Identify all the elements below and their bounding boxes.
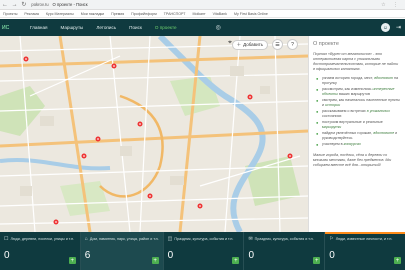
bookmarks-bar: Проекты Реклама Курс Материалы Мои накла…	[0, 10, 405, 18]
feature-item: рассказываем о встречах в уникальных сос…	[316, 109, 401, 119]
nav-main[interactable]: Главная	[30, 25, 47, 30]
stat-card-events[interactable]: ◫ Праздник, культура, события и т.п. 0 +	[164, 232, 245, 270]
stat-card-buildings[interactable]: ⌂ Дом, памятник, парк, улица, район и т.п…	[80, 232, 164, 270]
stats-bar: ☐ Люди, деревни, поселки, улицы и т.п. 0 …	[0, 232, 405, 270]
stat-description: Люди, деревни, поселки, улицы и т.п.	[10, 237, 75, 241]
panel-footer-text: Малые города, посёлки, сёла и деревни со…	[313, 153, 392, 167]
browser-nav-icons[interactable]: ← → ↻	[2, 1, 27, 8]
bookmark-item[interactable]: Реклама	[24, 12, 38, 16]
site-logo[interactable]: ИС	[2, 25, 30, 31]
bookmark-item[interactable]: Премия	[111, 12, 124, 16]
nav-chronicle[interactable]: Летопись	[96, 25, 116, 30]
site-header: ИС Главная Маршруты Летопись Поиск О про…	[0, 19, 308, 36]
add-place-label: Добавить	[243, 42, 263, 47]
bookmark-item[interactable]: Moikaпт	[192, 12, 205, 16]
panel-intro: Портал «Bурен от мегаполисов» - это инте…	[313, 52, 399, 71]
stat-description: Дом, памятник, парк, улица, район и т.п.	[89, 237, 159, 241]
bookmark-item[interactable]: My First Basis Online	[234, 12, 268, 16]
feature-list: узнаем историю города, мест, вдохновит н…	[313, 76, 401, 147]
add-button[interactable]: +	[313, 257, 321, 264]
feature-item: рассмотрим, как изменились интересные об…	[316, 87, 401, 97]
layers-icon[interactable]: ☰	[272, 39, 283, 50]
add-button[interactable]: +	[68, 257, 76, 264]
stat-description: Праздник, культура, события и т.п.	[254, 237, 314, 241]
person-icon: ⚐	[329, 236, 334, 242]
stat-count: 0	[4, 250, 10, 261]
add-button[interactable]: +	[151, 257, 159, 264]
stat-description: Праздник, культура, события и т.п.	[174, 237, 234, 241]
stat-count: 6	[84, 250, 91, 261]
logout-icon[interactable]: ⇥	[396, 24, 401, 31]
document-icon: ☐	[4, 236, 9, 242]
browser-menu-icons[interactable]: ☆ ⋮	[381, 2, 401, 8]
bookmark-item[interactable]: Проекты	[3, 12, 17, 16]
stat-description: Люди, известные личности, и т.п.	[335, 237, 393, 241]
search-icon[interactable]: ◎	[216, 24, 221, 31]
stat-card-culture[interactable]: ✉ Праздник, культура, события и т.п. 0 +	[244, 232, 326, 270]
feature-item: смотрим, как начиналось населенные пункт…	[316, 98, 401, 108]
bookmark-item[interactable]: VitaBank	[213, 12, 227, 16]
stat-card-people[interactable]: ⚐ Люди, известные личности, и т.п. 0 +	[325, 232, 405, 270]
feature-item: участвуем в конкурсах	[316, 142, 401, 147]
about-panel: О проекте Портал «Bурен от мегаполисов» …	[308, 36, 405, 232]
panel-title: О проекте	[313, 41, 339, 47]
calendar-icon: ◫	[167, 236, 173, 242]
address-url[interactable]: pokrov.ru	[31, 2, 48, 7]
map-view[interactable]: МММ МММ МММ М ⌖ ＋ Добавить ☰ ?	[0, 36, 308, 232]
building-icon: ⌂	[84, 236, 88, 242]
bookmark-item[interactable]: Курс Материалы	[46, 12, 74, 16]
bookmark-item[interactable]: ТРАНСПОРТ	[164, 12, 186, 16]
feature-item: найдем увлечённых горожан, вдохновите и …	[316, 131, 401, 141]
add-button[interactable]: +	[232, 257, 240, 264]
help-icon[interactable]: ?	[287, 39, 298, 50]
nav-about[interactable]: О проекте	[155, 25, 177, 30]
nav-routes[interactable]: Маршруты	[60, 25, 83, 30]
plus-icon: ＋	[236, 41, 242, 47]
nav-search[interactable]: Поиск	[129, 25, 142, 30]
stat-card-settlements[interactable]: ☐ Люди, деревни, поселки, улицы и т.п. 0 …	[0, 232, 81, 270]
add-place-button[interactable]: ＋ Добавить	[231, 39, 268, 50]
accent-line	[325, 232, 405, 234]
map-controls: ＋ Добавить ☰ ?	[231, 39, 298, 50]
stat-count: 0	[167, 250, 174, 261]
feature-item: узнаем историю города, мест, вдохновит н…	[316, 76, 401, 86]
user-bar: ☺ ⇥	[308, 19, 405, 36]
stat-count: 0	[329, 250, 335, 261]
map-canvas[interactable]: МММ МММ МММ М	[0, 36, 308, 232]
bookmark-item[interactable]: Мои накладки	[81, 12, 104, 16]
page-tab-title: О проекте - Поиск	[52, 2, 88, 7]
add-button[interactable]: +	[394, 257, 401, 264]
browser-address-bar: ← → ↻ pokrov.ru О проекте - Поиск ☆ ⋮	[0, 0, 405, 10]
avatar[interactable]: ☺	[380, 23, 390, 32]
mail-icon: ✉	[248, 236, 253, 242]
feature-item: построим виртуальные и реальные маршруты	[316, 120, 401, 130]
bookmark-item[interactable]: ПрофиИнформ	[131, 12, 157, 16]
stat-count: 0	[248, 250, 254, 261]
